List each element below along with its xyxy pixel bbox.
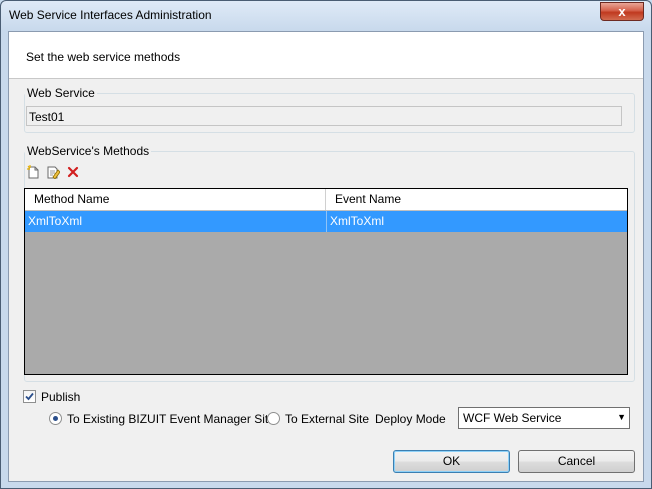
web-service-group-label: Web Service (25, 86, 97, 100)
column-header-method-name[interactable]: Method Name (25, 189, 325, 210)
radio-selected-dot (53, 416, 58, 421)
delete-icon[interactable] (66, 165, 80, 179)
close-button[interactable]: x (600, 2, 644, 21)
web-service-name-field: Test01 (26, 106, 622, 126)
title-bar[interactable]: Web Service Interfaces Administration x (1, 1, 651, 31)
dialog-window: Web Service Interfaces Administration x … (0, 0, 652, 489)
event-name-cell[interactable]: XmlToXml (327, 211, 627, 232)
methods-group-label: WebService's Methods (25, 144, 152, 158)
publish-checkbox[interactable] (23, 390, 36, 403)
cancel-button[interactable]: Cancel (518, 450, 635, 473)
publish-label[interactable]: Publish (41, 390, 80, 404)
window-title: Web Service Interfaces Administration (9, 8, 212, 22)
existing-site-radio[interactable] (49, 412, 62, 425)
table-row[interactable]: XmlToXml XmlToXml (25, 211, 627, 232)
external-site-radio[interactable] (267, 412, 280, 425)
deploy-mode-label: Deploy Mode (375, 412, 446, 426)
dialog-client-area: Set the web service methods Web Service … (8, 31, 644, 482)
existing-site-label[interactable]: To Existing BIZUIT Event Manager Site (67, 412, 275, 426)
deploy-mode-value: WCF Web Service (463, 411, 562, 425)
edit-icon[interactable] (46, 165, 60, 179)
dropdown-arrow-icon: ▼ (617, 412, 626, 422)
new-document-icon[interactable] (26, 165, 40, 179)
header-text: Set the web service methods (26, 50, 181, 64)
ok-button[interactable]: OK (393, 450, 510, 473)
deploy-mode-select[interactable]: WCF Web Service ▼ (458, 407, 630, 429)
method-name-cell[interactable]: XmlToXml (25, 211, 325, 232)
web-service-name-value: Test01 (29, 110, 65, 124)
external-site-label[interactable]: To External Site (285, 412, 369, 426)
column-header-event-name[interactable]: Event Name (326, 189, 627, 210)
methods-grid-header: Method Name Event Name (25, 189, 627, 211)
checkmark-icon (25, 392, 34, 401)
dialog-header: Set the web service methods (9, 32, 643, 79)
close-icon: x (618, 4, 626, 19)
methods-grid[interactable]: Method Name Event Name XmlToXml XmlToXml (24, 188, 628, 375)
